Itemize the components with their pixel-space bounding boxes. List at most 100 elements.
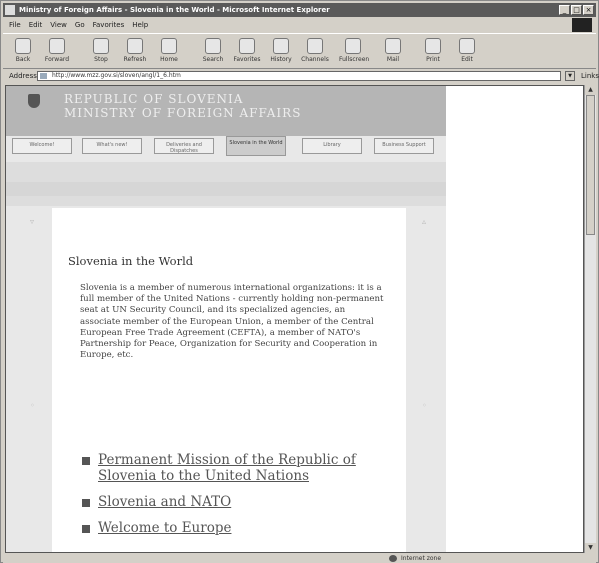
refresh-label: Refresh: [123, 56, 147, 63]
address-dropdown-button[interactable]: ▼: [565, 71, 575, 81]
link-slovenia-nato[interactable]: Slovenia and NATO: [82, 494, 402, 510]
favorites-icon: [239, 38, 255, 54]
bullet-icon: [82, 499, 90, 507]
tab-whats-new[interactable]: What's new!: [82, 138, 142, 154]
tab-welcome[interactable]: Welcome!: [12, 138, 72, 154]
home-label: Home: [160, 56, 178, 63]
address-url: http://www.mzz.gov.si/sloven/angl/1_6.ht…: [52, 72, 181, 79]
home-button[interactable]: Home: [155, 36, 183, 66]
back-icon: [15, 38, 31, 54]
page-icon: [40, 73, 47, 79]
minimize-button[interactable]: _: [559, 5, 570, 15]
print-icon: [425, 38, 441, 54]
menu-help[interactable]: Help: [132, 19, 148, 31]
bullet-icon: [82, 525, 90, 533]
address-bar: Address http://www.mzz.gov.si/sloven/ang…: [3, 69, 599, 83]
tab-library[interactable]: Library: [302, 138, 362, 154]
search-button[interactable]: Search: [199, 36, 227, 66]
scroll-down-button[interactable]: ▼: [585, 543, 596, 553]
maximize-button[interactable]: □: [571, 5, 582, 15]
refresh-button[interactable]: Refresh: [121, 36, 149, 66]
search-icon: [205, 38, 221, 54]
link-welcome-europe-text[interactable]: Welcome to Europe: [98, 520, 231, 536]
page-title: Slovenia in the World: [68, 254, 194, 268]
favorites-button[interactable]: Favorites: [233, 36, 261, 66]
menu-file[interactable]: File: [9, 19, 21, 31]
link-un-mission-text[interactable]: Permanent Mission of the Republic of Slo…: [98, 452, 356, 484]
history-label: History: [270, 56, 292, 63]
links-button[interactable]: Links: [581, 69, 599, 83]
corner-ornament-icon: ◦: [422, 401, 427, 410]
home-icon: [161, 38, 177, 54]
tab-deliveries[interactable]: Deliveries and Dispatches: [154, 138, 214, 154]
edit-label: Edit: [461, 56, 473, 63]
channels-button[interactable]: Channels: [301, 36, 329, 66]
browser-window: Ministry of Foreign Affairs - Slovenia i…: [0, 0, 599, 563]
title-bar: Ministry of Foreign Affairs - Slovenia i…: [3, 3, 596, 17]
coat-of-arms-icon: [28, 94, 40, 108]
menu-view[interactable]: View: [50, 19, 67, 31]
scroll-up-button[interactable]: ▲: [585, 85, 596, 95]
window-controls: _ □ ×: [559, 5, 594, 15]
intro-paragraph: Slovenia is a member of numerous interna…: [80, 283, 384, 361]
bullet-icon: [82, 457, 90, 465]
close-button[interactable]: ×: [583, 5, 594, 15]
fullscreen-icon: [345, 38, 361, 54]
internet-zone-icon: [389, 555, 397, 562]
links-list: Permanent Mission of the Republic of Slo…: [82, 452, 402, 546]
mail-label: Mail: [386, 56, 400, 63]
stop-button[interactable]: Stop: [87, 36, 115, 66]
favorites-label: Favorites: [233, 56, 261, 63]
print-button[interactable]: Print: [419, 36, 447, 66]
fullscreen-button[interactable]: Fullscreen: [339, 36, 370, 66]
site-header: REPUBLIC OF SLOVENIA MINISTRY OF FOREIGN…: [6, 86, 446, 136]
security-zone-label: Internet zone: [401, 555, 442, 562]
channels-icon: [307, 38, 323, 54]
mail-icon: [385, 38, 401, 54]
mail-button[interactable]: Mail: [379, 36, 407, 66]
forward-icon: [49, 38, 65, 54]
vertical-scrollbar[interactable]: ▲ ▼: [584, 85, 596, 553]
forward-label: Forward: [44, 56, 70, 63]
search-label: Search: [202, 56, 224, 63]
toolbar: Back Forward Stop Refresh Home Search Fa…: [3, 33, 596, 69]
fullscreen-label: Fullscreen: [339, 56, 370, 63]
decorative-strip: [6, 182, 446, 196]
republic-heading: REPUBLIC OF SLOVENIA: [64, 92, 244, 106]
history-button[interactable]: History: [267, 36, 295, 66]
back-button[interactable]: Back: [9, 36, 37, 66]
forward-button[interactable]: Forward: [43, 36, 71, 66]
print-label: Print: [426, 56, 440, 63]
status-bar: Internet zone: [3, 554, 596, 563]
tab-business-support[interactable]: Business Support: [374, 138, 434, 154]
corner-ornament-icon: ◦: [30, 401, 35, 410]
site-page: REPUBLIC OF SLOVENIA MINISTRY OF FOREIGN…: [6, 86, 446, 552]
stop-icon: [93, 38, 109, 54]
refresh-icon: [127, 38, 143, 54]
menu-edit[interactable]: Edit: [29, 19, 43, 31]
tab-slovenia-in-the-world[interactable]: Slovenia in the World: [226, 136, 286, 156]
ie-throbber-icon: [572, 18, 592, 32]
link-un-mission[interactable]: Permanent Mission of the Republic of Slo…: [82, 452, 402, 484]
back-label: Back: [15, 56, 31, 63]
menu-go[interactable]: Go: [75, 19, 85, 31]
history-icon: [273, 38, 289, 54]
site-nav-tabs: Welcome! What's new! Deliveries and Disp…: [10, 134, 446, 156]
channels-label: Channels: [301, 56, 329, 63]
corner-ornament-icon: ▿: [30, 217, 35, 226]
menu-favorites[interactable]: Favorites: [93, 19, 125, 31]
address-label: Address: [9, 72, 37, 80]
stop-label: Stop: [94, 56, 108, 63]
ministry-heading: MINISTRY OF FOREIGN AFFAIRS: [64, 106, 302, 120]
link-slovenia-nato-text[interactable]: Slovenia and NATO: [98, 494, 231, 510]
address-input[interactable]: http://www.mzz.gov.si/sloven/angl/1_6.ht…: [37, 71, 561, 81]
edit-button[interactable]: Edit: [453, 36, 481, 66]
corner-ornament-icon: ▵: [422, 217, 427, 226]
window-title: Ministry of Foreign Affairs - Slovenia i…: [19, 6, 330, 14]
ie-logo-icon: [5, 5, 15, 15]
menu-bar: File Edit View Go Favorites Help: [3, 18, 596, 32]
page-viewport: REPUBLIC OF SLOVENIA MINISTRY OF FOREIGN…: [5, 85, 584, 553]
link-welcome-europe[interactable]: Welcome to Europe: [82, 520, 402, 536]
edit-icon: [459, 38, 475, 54]
scroll-thumb[interactable]: [586, 95, 595, 235]
